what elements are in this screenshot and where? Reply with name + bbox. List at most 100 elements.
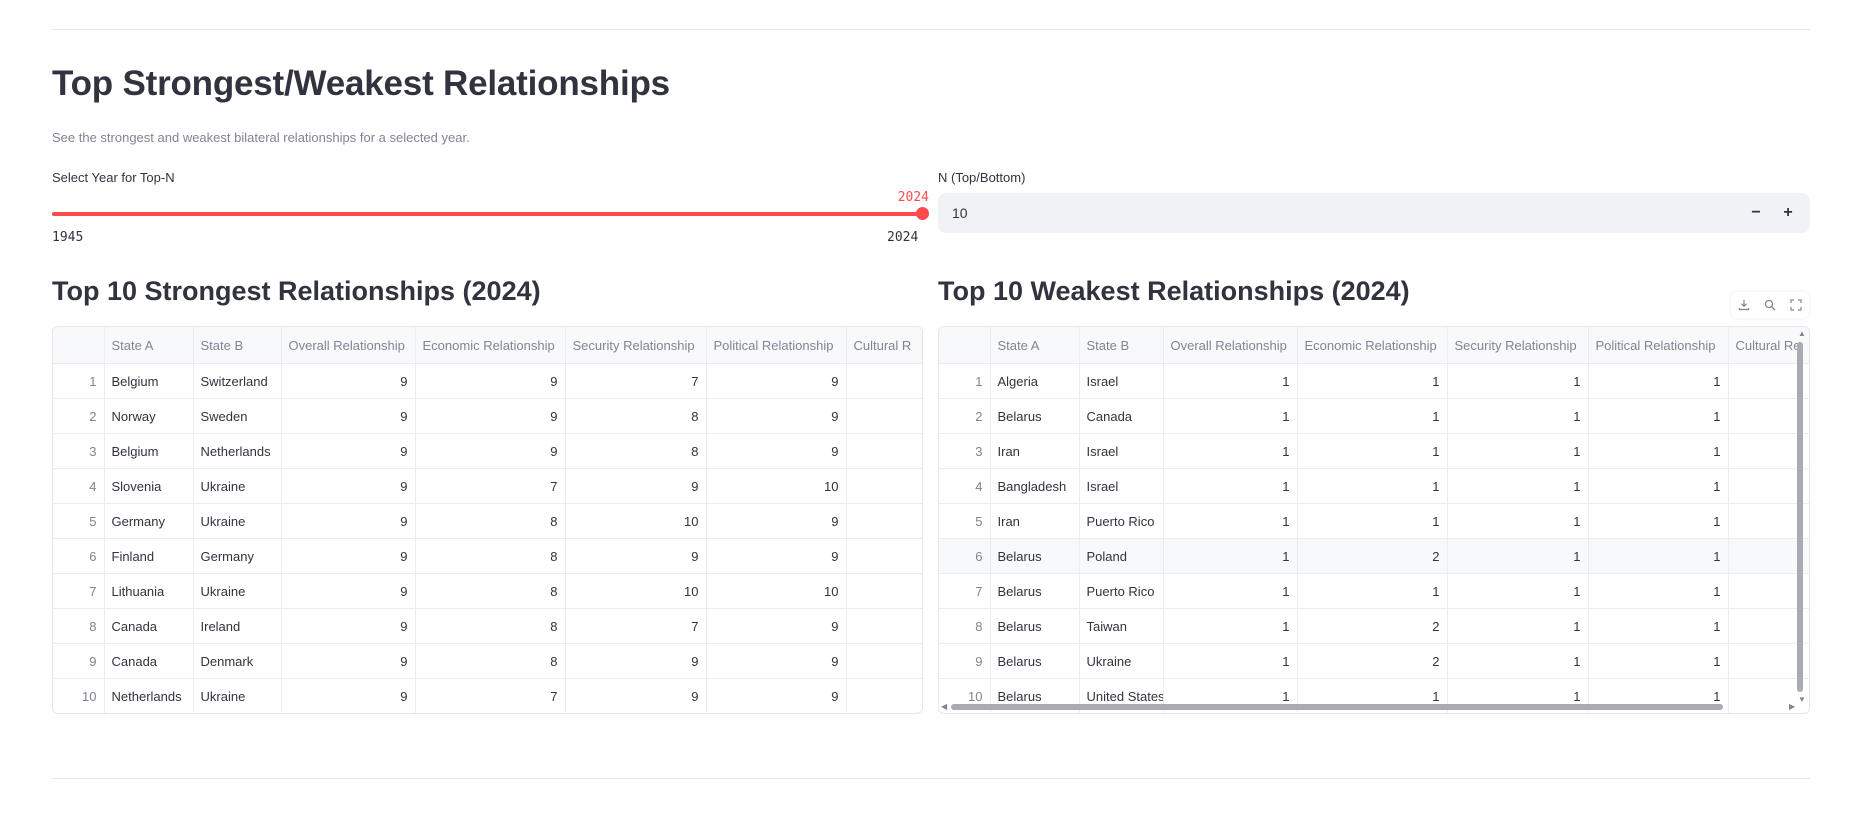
table-cell[interactable]: 7	[415, 468, 566, 504]
table-cell[interactable]: Iran	[990, 433, 1080, 469]
table-cell[interactable]: 9	[706, 608, 847, 644]
table-row[interactable]: 2 Belarus Canada 1 1 1 1	[939, 398, 1809, 434]
table-cell[interactable]: 1	[1163, 433, 1298, 469]
table-row[interactable]: 2 Norway Sweden 9 9 8 9	[53, 398, 922, 434]
table-cell[interactable]: Belarus	[990, 643, 1080, 679]
vertical-scrollbar[interactable]	[1797, 342, 1803, 692]
scroll-left-arrow[interactable]: ◀	[941, 702, 947, 711]
table-row[interactable]: 8 Canada Ireland 9 8 7 9	[53, 608, 922, 644]
table-cell[interactable]: 7	[415, 678, 566, 713]
row-index[interactable]: 9	[939, 643, 991, 679]
table-cell[interactable]	[846, 468, 922, 504]
table-cell[interactable]: 1	[1447, 503, 1589, 539]
table-cell[interactable]: 1	[1163, 538, 1298, 574]
column-header[interactable]: Overall Relationship	[1163, 327, 1298, 364]
table-cell[interactable]: Canada	[104, 643, 194, 679]
table-cell[interactable]: 9	[565, 538, 707, 574]
table-cell[interactable]: Ukraine	[193, 503, 282, 539]
table-cell[interactable]: 9	[281, 643, 416, 679]
row-index[interactable]: 8	[939, 608, 991, 644]
increment-button[interactable]: +	[1774, 201, 1802, 225]
table-cell[interactable]: 1	[1447, 363, 1589, 399]
table-cell[interactable]	[846, 678, 922, 713]
row-index[interactable]: 10	[53, 678, 105, 713]
table-cell[interactable]: 1	[1588, 608, 1729, 644]
row-index[interactable]: 6	[939, 538, 991, 574]
table-cell[interactable]: 1	[1163, 573, 1298, 609]
column-header[interactable]: Political Relationship	[1588, 327, 1729, 364]
table-cell[interactable]	[846, 503, 922, 539]
table-cell[interactable]: Finland	[104, 538, 194, 574]
scroll-down-arrow[interactable]: ▼	[1798, 695, 1806, 704]
row-index[interactable]: 1	[53, 363, 105, 399]
table-cell[interactable]: 9	[281, 398, 416, 434]
year-slider-thumb[interactable]	[916, 207, 929, 220]
table-cell[interactable]: Poland	[1079, 538, 1164, 574]
table-cell[interactable]: Ukraine	[193, 678, 282, 713]
table-cell[interactable]: 8	[415, 503, 566, 539]
table-cell[interactable]: Iran	[990, 503, 1080, 539]
search-icon[interactable]	[1763, 298, 1777, 312]
table-cell[interactable]: 10	[565, 503, 707, 539]
table-cell[interactable]	[846, 363, 922, 399]
row-index[interactable]: 3	[53, 433, 105, 469]
table-cell[interactable]: 8	[415, 608, 566, 644]
table-cell[interactable]: 1	[1447, 468, 1589, 504]
column-header[interactable]: State A	[990, 327, 1080, 364]
table-cell[interactable]: 1	[1588, 503, 1729, 539]
table-cell[interactable]: Switzerland	[193, 363, 282, 399]
table-row[interactable]: 7 Belarus Puerto Rico 1 1 1 1	[939, 573, 1809, 609]
table-row[interactable]: 5 Germany Ukraine 9 8 10 9	[53, 503, 922, 539]
table-cell[interactable]: 1	[1297, 433, 1448, 469]
table-cell[interactable]: 1	[1447, 538, 1589, 574]
column-header[interactable]: Cultural R	[846, 327, 922, 364]
table-cell[interactable]: 9	[565, 678, 707, 713]
table-cell[interactable]: 1	[1163, 608, 1298, 644]
table-cell[interactable]: 8	[415, 643, 566, 679]
table-cell[interactable]: Sweden	[193, 398, 282, 434]
table-cell[interactable]: 9	[281, 573, 416, 609]
table-cell[interactable]: 1	[1588, 433, 1729, 469]
table-cell[interactable]: 2	[1297, 538, 1448, 574]
table-cell[interactable]: Ireland	[193, 608, 282, 644]
table-cell[interactable]: Canada	[104, 608, 194, 644]
table-cell[interactable]: 1	[1297, 363, 1448, 399]
table-cell[interactable]: Norway	[104, 398, 194, 434]
table-cell[interactable]: Bangladesh	[990, 468, 1080, 504]
year-slider-track[interactable]	[52, 212, 923, 216]
table-cell[interactable]: Puerto Rico	[1079, 573, 1164, 609]
table-cell[interactable]: Lithuania	[104, 573, 194, 609]
table-cell[interactable]	[846, 573, 922, 609]
table-cell[interactable]: 1	[1297, 573, 1448, 609]
table-cell[interactable]: Belarus	[990, 573, 1080, 609]
table-cell[interactable]: 9	[565, 643, 707, 679]
table-cell[interactable]: 1	[1447, 433, 1589, 469]
table-row[interactable]: 9 Belarus Ukraine 1 2 1 1	[939, 643, 1809, 679]
row-index[interactable]: 5	[53, 503, 105, 539]
table-cell[interactable]: 9	[415, 363, 566, 399]
column-header[interactable]	[53, 327, 105, 364]
column-header[interactable]	[939, 327, 991, 364]
column-header[interactable]: Overall Relationship	[281, 327, 416, 364]
table-cell[interactable]: 1	[1297, 398, 1448, 434]
weakest-table[interactable]: State A State B Overall Relationship Eco…	[938, 326, 1810, 714]
table-cell[interactable]: 1	[1447, 573, 1589, 609]
row-index[interactable]: 1	[939, 363, 991, 399]
table-row[interactable]: 1 Belgium Switzerland 9 9 7 9	[53, 363, 922, 399]
strongest-table[interactable]: State A State B Overall Relationship Eco…	[52, 326, 923, 714]
table-cell[interactable]: Belarus	[990, 608, 1080, 644]
table-cell[interactable]: 9	[281, 608, 416, 644]
column-header[interactable]: State B	[193, 327, 282, 364]
table-cell[interactable]: Israel	[1079, 363, 1164, 399]
table-cell[interactable]: 9	[281, 363, 416, 399]
table-cell[interactable]: 9	[706, 643, 847, 679]
table-row[interactable]: 9 Canada Denmark 9 8 9 9	[53, 643, 922, 679]
fullscreen-icon[interactable]	[1789, 298, 1803, 312]
table-cell[interactable]: Slovenia	[104, 468, 194, 504]
row-index[interactable]: 3	[939, 433, 991, 469]
table-cell[interactable]: 1	[1163, 503, 1298, 539]
table-cell[interactable]: 1	[1297, 468, 1448, 504]
row-index[interactable]: 2	[939, 398, 991, 434]
table-cell[interactable]: Algeria	[990, 363, 1080, 399]
table-cell[interactable]: 8	[415, 573, 566, 609]
